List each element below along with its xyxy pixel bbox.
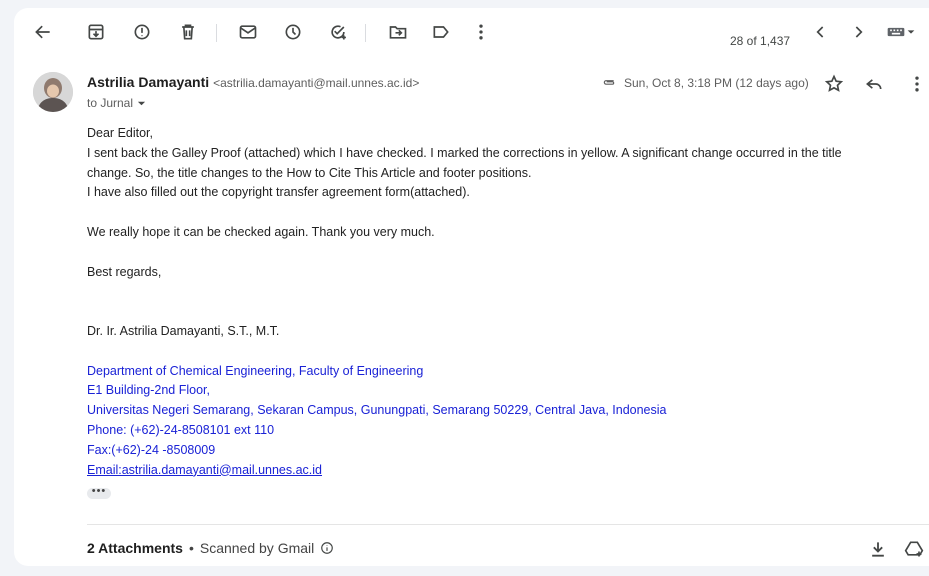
body-line: I sent back the Galley Proof (attached) … bbox=[87, 145, 842, 160]
info-icon[interactable] bbox=[320, 541, 334, 555]
back-arrow-icon[interactable] bbox=[31, 20, 55, 44]
sender-name[interactable]: Astrilia Damayanti bbox=[87, 74, 209, 90]
toolbar-divider bbox=[216, 24, 217, 42]
attachment-icon bbox=[603, 80, 615, 85]
pagination-count: 28 of 1,437 bbox=[730, 34, 791, 48]
report-spam-icon[interactable] bbox=[130, 20, 154, 44]
sender-email: <astrilia.damayanti@mail.unnes.ac.id> bbox=[213, 76, 420, 90]
avatar[interactable] bbox=[33, 72, 73, 112]
message-meta: Sun, Oct 8, 3:18 PM (12 days ago) bbox=[600, 76, 809, 90]
attachments-count: 2 Attachments bbox=[87, 540, 183, 556]
attachments-separator: • bbox=[188, 540, 194, 556]
message-body: Dear Editor, I sent back the Galley Proo… bbox=[87, 124, 907, 480]
message-toolbar: 28 of 1,437 bbox=[14, 8, 929, 56]
body-line: I have also filled out the copyright tra… bbox=[87, 185, 470, 200]
message-more-icon[interactable] bbox=[905, 72, 929, 96]
message-date: Sun, Oct 8, 3:18 PM (12 days ago) bbox=[624, 76, 809, 90]
signature-line: E1 Building-2nd Floor, bbox=[87, 383, 210, 398]
star-icon[interactable] bbox=[822, 72, 846, 96]
reply-icon[interactable] bbox=[862, 72, 886, 96]
move-to-icon[interactable] bbox=[386, 20, 410, 44]
signature-name: Dr. Ir. Astrilia Damayanti, S.T., M.T. bbox=[87, 323, 280, 338]
body-line: Best regards, bbox=[87, 264, 162, 279]
message-view: 28 of 1,437 Astrilia Damayanti <astrilia… bbox=[14, 8, 929, 566]
body-line: We really hope it can be checked again. … bbox=[87, 224, 435, 239]
delete-icon[interactable] bbox=[176, 20, 200, 44]
signature-line: Universitas Negeri Semarang, Sekaran Cam… bbox=[87, 403, 667, 418]
add-to-drive-icon[interactable] bbox=[902, 537, 926, 561]
mark-unread-icon[interactable] bbox=[236, 20, 260, 44]
signature-line: Phone: (+62)-24-8508101 ext 110 bbox=[87, 422, 275, 437]
chevron-down-icon bbox=[137, 101, 146, 105]
body-line: change. So, the title changes to the How… bbox=[87, 165, 532, 180]
signature-line: Department of Chemical Engineering, Facu… bbox=[87, 363, 424, 378]
show-trimmed-content-button[interactable]: ••• bbox=[87, 486, 111, 499]
signature-email-link[interactable]: Email:astrilia.damayanti@mail.unnes.ac.i… bbox=[87, 461, 907, 481]
body-line: Dear Editor, bbox=[87, 126, 154, 140]
attachments-header: 2 Attachments • Scanned by Gmail bbox=[87, 540, 334, 556]
signature-line: Fax:(+62)-24 -8508009 bbox=[87, 442, 216, 457]
toolbar-divider bbox=[365, 24, 366, 42]
more-vert-icon[interactable] bbox=[469, 20, 493, 44]
chevron-right-icon[interactable] bbox=[846, 20, 870, 44]
scanned-by-gmail-label: Scanned by Gmail bbox=[199, 540, 315, 556]
label-icon[interactable] bbox=[429, 20, 453, 44]
recipients-dropdown[interactable]: to Jurnal bbox=[87, 96, 146, 110]
download-all-icon[interactable] bbox=[866, 537, 890, 561]
divider bbox=[87, 524, 929, 525]
to-label: to Jurnal bbox=[87, 96, 134, 110]
chevron-left-icon[interactable] bbox=[809, 20, 833, 44]
keyboard-icon[interactable] bbox=[884, 20, 918, 44]
sender-line: Astrilia Damayanti <astrilia.damayanti@m… bbox=[87, 74, 419, 90]
add-task-icon[interactable] bbox=[326, 20, 350, 44]
archive-icon[interactable] bbox=[84, 20, 108, 44]
snooze-icon[interactable] bbox=[281, 20, 305, 44]
